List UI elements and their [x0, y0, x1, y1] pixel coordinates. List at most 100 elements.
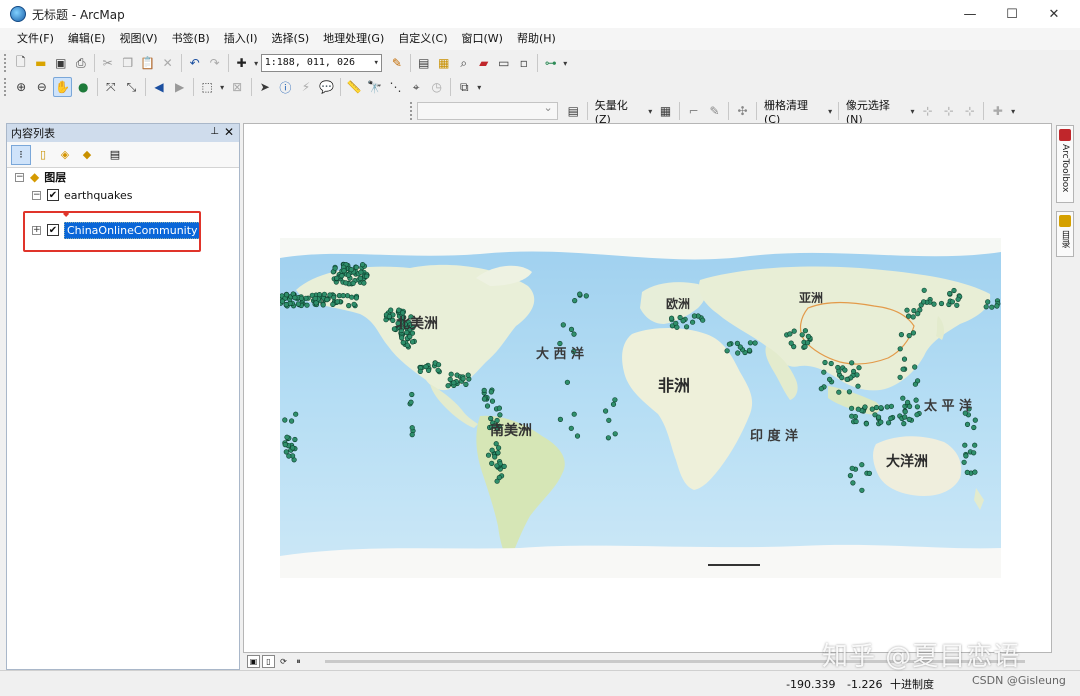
toc-options-icon[interactable]: ▤	[105, 145, 125, 165]
arctoolbox-dock-tab[interactable]: ArcToolbox	[1056, 125, 1074, 203]
model-builder-icon[interactable]: ▫	[515, 53, 533, 73]
select-elements-arrow-icon[interactable]: ➤	[255, 77, 274, 97]
show-preview-icon[interactable]: ▦	[656, 101, 675, 121]
layout-view-button[interactable]: ▯	[262, 655, 275, 668]
pencil-icon[interactable]: ✎	[705, 101, 724, 121]
go-to-xy-icon[interactable]: ⌖	[407, 77, 426, 97]
find-connected-icon[interactable]: ⊹	[960, 101, 979, 121]
earthquake-point	[463, 381, 469, 387]
chevron-down-icon[interactable]: ▾	[218, 77, 225, 97]
menu-file[interactable]: 文件(F)	[10, 28, 61, 50]
list-by-visibility-icon[interactable]: ◈	[55, 145, 75, 165]
search-window-icon[interactable]: ⌕	[455, 53, 473, 73]
toolbar-options-icon[interactable]: ▾	[476, 77, 483, 97]
print-icon[interactable]: ⎙	[72, 53, 90, 73]
identify-icon[interactable]: ⓘ	[276, 77, 295, 97]
layer-visibility-checkbox[interactable]: ✔	[47, 189, 59, 201]
measure-icon[interactable]: 📏	[345, 77, 364, 97]
menu-bookmarks[interactable]: 书签(B)	[165, 28, 217, 50]
menu-selection[interactable]: 选择(S)	[265, 28, 317, 50]
model-connect-icon[interactable]: ⊶	[542, 53, 560, 73]
back-arrow-icon[interactable]: ◀	[150, 77, 169, 97]
catalog-icon[interactable]: ▦	[435, 53, 453, 73]
maximize-button[interactable]: ☐	[990, 0, 1034, 28]
select-features-icon[interactable]: ⬚	[198, 77, 217, 97]
target-layer-combo[interactable]	[416, 101, 558, 120]
undo-icon[interactable]: ↶	[186, 53, 204, 73]
cell-selection-menu[interactable]: 像元选择(N)	[842, 97, 908, 126]
chevron-down-icon[interactable]: ▾	[253, 53, 260, 73]
vectorization-settings-icon[interactable]: ▤	[564, 101, 583, 121]
refresh-button[interactable]: ⟳	[277, 655, 290, 668]
copy-icon[interactable]: ❐	[119, 53, 137, 73]
menu-geoprocessing[interactable]: 地理处理(G)	[316, 28, 391, 50]
menu-customize[interactable]: 自定义(C)	[391, 28, 454, 50]
select-connected-cells-icon[interactable]: ⊹	[918, 101, 937, 121]
add-point-icon[interactable]: ✚	[988, 101, 1007, 121]
raster-cleanup-menu[interactable]: 栅格清理(C)	[760, 97, 825, 126]
add-data-icon[interactable]: ✚	[233, 53, 251, 73]
catalog-dock-tab[interactable]: 目录	[1056, 211, 1074, 257]
menu-help[interactable]: 帮助(H)	[510, 28, 563, 50]
map-data-view[interactable]: 北美洲 大 西 洋 欧洲 亚洲 非洲 南美洲 印 度 洋 太 平 洋 大洋洲	[243, 123, 1052, 653]
toolbar-grip[interactable]	[4, 78, 8, 96]
vectorize-menu[interactable]: 矢量化(Z)	[591, 97, 646, 126]
viewer-window-icon[interactable]: ⧉	[455, 77, 474, 97]
zoom-out-icon[interactable]: ⊖	[32, 77, 51, 97]
pause-drawing-button[interactable]: ⏸	[292, 655, 305, 668]
menu-insert[interactable]: 插入(I)	[217, 28, 265, 50]
toolbar-grip[interactable]	[4, 54, 8, 72]
map-scale-combo[interactable]: 1:188, 011, 026 ▾	[260, 54, 382, 72]
find-binoculars-icon[interactable]: 🔭	[366, 77, 385, 97]
collapse-icon[interactable]: −	[32, 190, 41, 200]
html-popup-icon[interactable]: 💬	[317, 77, 336, 97]
chevron-down-icon[interactable]: ▾	[646, 101, 654, 121]
table-of-contents-icon[interactable]: ▤	[415, 53, 433, 73]
delete-icon[interactable]: ✕	[159, 53, 177, 73]
fixed-zoom-out-icon[interactable]: ⤡	[122, 77, 141, 97]
list-by-source-icon[interactable]: ▯	[33, 145, 53, 165]
list-by-drawing-order-icon[interactable]: ⁝	[11, 144, 31, 165]
zoom-in-icon[interactable]: ⊕	[12, 77, 31, 97]
collapse-icon[interactable]: −	[15, 172, 24, 182]
list-by-selection-icon[interactable]: ◆	[77, 145, 97, 165]
cut-icon[interactable]: ✂	[99, 53, 117, 73]
find-route-icon[interactable]: ⋱	[386, 77, 405, 97]
toolbar-options-icon[interactable]: ▾	[1009, 101, 1017, 121]
basemap-frame[interactable]: 北美洲 大 西 洋 欧洲 亚洲 非洲 南美洲 印 度 洋 太 平 洋 大洋洲	[280, 238, 1001, 578]
save-icon[interactable]: ▣	[52, 53, 70, 73]
open-folder-icon[interactable]: ▬	[32, 53, 50, 73]
pan-hand-icon[interactable]: ✋	[53, 77, 72, 97]
raster-snap-icon[interactable]: ✣	[733, 101, 752, 121]
time-slider-icon[interactable]: ◷	[427, 77, 446, 97]
full-extent-globe-icon[interactable]: ●	[74, 77, 93, 97]
fixed-zoom-in-icon[interactable]: ⤧	[101, 77, 120, 97]
layer-name-earthquakes[interactable]: earthquakes	[64, 189, 133, 202]
data-view-button[interactable]: ▣	[247, 655, 260, 668]
menu-view[interactable]: 视图(V)	[112, 28, 164, 50]
menu-windows[interactable]: 窗口(W)	[455, 28, 510, 50]
chevron-down-icon[interactable]: ▾	[909, 101, 917, 121]
tree-layer-earthquakes[interactable]: − ✔ earthquakes	[32, 186, 133, 204]
earthquake-point	[963, 453, 969, 459]
clear-selection-icon[interactable]: ⊠	[228, 77, 247, 97]
forward-arrow-icon[interactable]: ▶	[170, 77, 189, 97]
tree-root-layers[interactable]: − ◆ 图层	[15, 168, 66, 186]
close-icon[interactable]: ✕	[224, 125, 234, 139]
chevron-down-icon[interactable]: ▾	[826, 101, 834, 121]
menu-edit[interactable]: 编辑(E)	[61, 28, 113, 50]
paste-icon[interactable]: 📋	[139, 53, 157, 73]
minimize-button[interactable]: —	[948, 0, 992, 28]
trace-line-icon[interactable]: ⌐	[684, 101, 703, 121]
new-document-icon[interactable]: 🗋	[12, 53, 30, 73]
pin-icon[interactable]: ⊥	[210, 126, 219, 137]
hyperlink-icon[interactable]: ⚡	[297, 77, 316, 97]
close-button[interactable]: ✕	[1032, 0, 1076, 28]
python-window-icon[interactable]: ▭	[495, 53, 513, 73]
toolbar-options-icon[interactable]: ▾	[562, 53, 569, 73]
editor-pencil-icon[interactable]: ✎	[388, 53, 406, 73]
redo-icon[interactable]: ↷	[206, 53, 224, 73]
interactive-select-icon[interactable]: ⊹	[939, 101, 958, 121]
toolbar-grip[interactable]	[410, 102, 414, 120]
arctoolbox-icon[interactable]: ▰	[475, 53, 493, 73]
